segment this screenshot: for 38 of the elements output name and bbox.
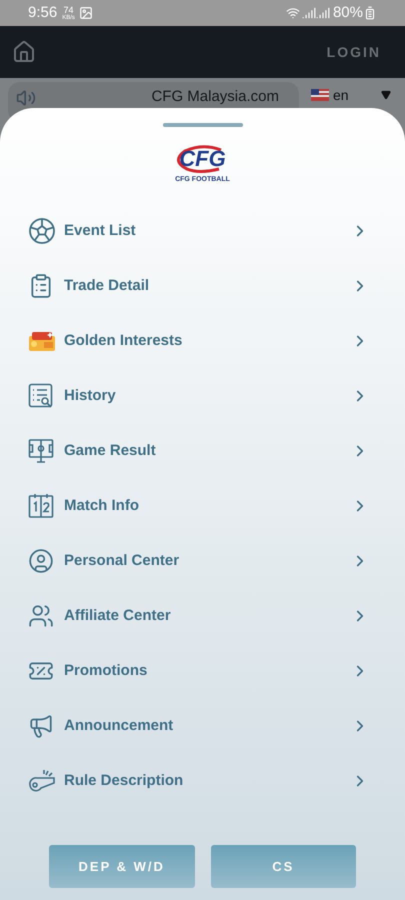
clock-text: 9:56 (28, 2, 58, 23)
battery-text: 80% (332, 2, 363, 23)
user-circle-icon (28, 548, 54, 574)
image-icon (78, 6, 93, 20)
menu-item[interactable]: Golden Interests (0, 314, 405, 368)
treasure-chest-icon (28, 330, 56, 352)
users-icon (28, 603, 54, 629)
menu-item[interactable]: Announcement (0, 698, 405, 754)
menu-item[interactable]: Promotions (0, 644, 405, 698)
caret-icon (381, 90, 391, 100)
menu-item[interactable]: Affiliate Center (0, 588, 405, 644)
whistle-icon (28, 768, 56, 794)
signal-icon (316, 6, 330, 20)
search-list-icon (28, 383, 54, 409)
megaphone-icon (28, 713, 54, 739)
action-button[interactable]: DEP & W/D (49, 845, 194, 888)
scoreboard-icon (28, 493, 54, 519)
site-text: CFG Malaysia.com (151, 88, 279, 105)
action-button[interactable]: CS (210, 845, 356, 888)
drag-handle[interactable] (162, 123, 242, 127)
monitor-pitch-icon (28, 438, 54, 464)
menu-item[interactable]: Event List (0, 204, 405, 258)
menu-item[interactable]: Personal Center (0, 534, 405, 588)
soccer-ball-icon (28, 217, 56, 245)
speaker-icon (16, 88, 36, 108)
menu-item[interactable]: Match Info (0, 478, 405, 534)
signal-icon (302, 6, 316, 20)
flag-icon (311, 89, 329, 101)
menu-item[interactable]: History (0, 368, 405, 424)
menu-item[interactable]: Trade Detail (0, 258, 405, 314)
wifi-icon (286, 6, 300, 20)
speed-text: 74 (64, 6, 74, 14)
menu-item[interactable]: Rule Description (0, 754, 405, 808)
language-selector[interactable]: en (305, 82, 397, 108)
menu-item[interactable]: Game Result (0, 424, 405, 478)
battery-icon (363, 6, 377, 20)
home-button[interactable] (12, 40, 36, 64)
login-button[interactable]: LOGIN (326, 42, 393, 62)
